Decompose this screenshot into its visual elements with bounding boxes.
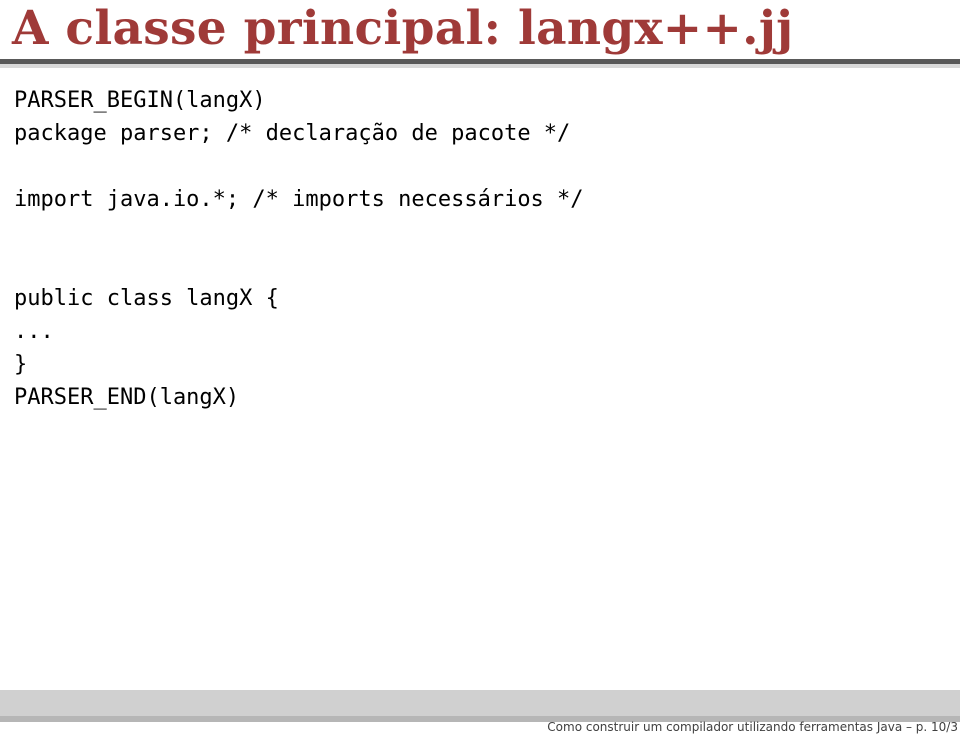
code-line: import java.io.*; /* imports necessários… (14, 187, 584, 212)
code-line: PARSER_END(langX) (14, 385, 239, 410)
code-line: package parser; /* declaração de pacote … (14, 121, 570, 146)
code-block: PARSER_BEGIN(langX) package parser; /* d… (14, 84, 960, 414)
code-line: PARSER_BEGIN(langX) (14, 88, 266, 113)
code-line: ... (14, 319, 54, 344)
title-area: A classe principal: langx++.jj (0, 0, 960, 56)
slide-title: A classe principal: langx++.jj (12, 2, 960, 56)
slide: A classe principal: langx++.jj PARSER_BE… (0, 0, 960, 734)
content-area: PARSER_BEGIN(langX) package parser; /* d… (0, 68, 960, 414)
code-line: public class langX { (14, 286, 279, 311)
code-line: } (14, 352, 27, 377)
footer-text: Como construir um compilador utilizando … (547, 720, 958, 734)
footer-bar (0, 690, 960, 716)
